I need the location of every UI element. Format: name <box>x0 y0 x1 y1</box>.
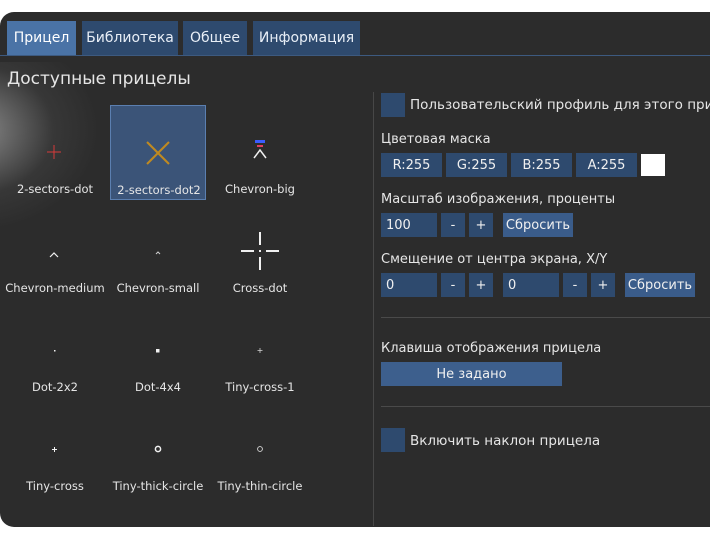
horizontal-divider <box>381 406 710 407</box>
crosshair-item[interactable]: 2-sectors-dot <box>7 105 103 200</box>
horizontal-divider <box>381 317 710 318</box>
scale-input[interactable]: 100 <box>381 213 437 237</box>
offset-label: Смещение от центра экрана, X/Y <box>381 252 608 267</box>
tilt-checkbox[interactable] <box>381 428 405 452</box>
dot-small-icon <box>54 350 56 352</box>
tab-library[interactable]: Библиотека <box>82 21 178 55</box>
hotkey-button[interactable]: Не задано <box>381 362 562 386</box>
custom-profile-checkbox[interactable] <box>381 93 405 117</box>
cross-dot-icon <box>241 232 279 270</box>
scale-label: Масштаб изображения, проценты <box>381 192 616 207</box>
offset-x-input[interactable]: 0 <box>381 273 437 297</box>
scale-plus-button[interactable]: + <box>469 213 493 237</box>
color-g-field[interactable]: G:255 <box>446 153 507 177</box>
offset-y-plus-button[interactable]: + <box>591 273 615 297</box>
tiny-cross-dot-icon <box>52 447 57 452</box>
main-window: Прицел Библиотека Общее Информация Досту… <box>0 12 710 527</box>
tab-bar: Прицел Библиотека Общее Информация <box>0 12 710 57</box>
vertical-divider <box>373 92 374 526</box>
custom-profile-label: Пользовательский профиль для этого прице… <box>410 97 710 113</box>
dot-large-icon <box>156 349 160 353</box>
crosshair-item-label: Cross-dot <box>232 281 288 295</box>
crosshair-item[interactable]: Chevron-medium <box>5 204 105 299</box>
color-r-field[interactable]: R:255 <box>381 153 442 177</box>
crosshair-item[interactable]: Chevron-big <box>212 105 308 200</box>
tilt-label: Включить наклон прицела <box>410 433 601 449</box>
crosshair-item[interactable]: Tiny-thin-circle <box>212 402 308 497</box>
color-b-field[interactable]: B:255 <box>511 153 572 177</box>
crosshair-item[interactable]: Tiny-cross-1 <box>212 303 308 398</box>
tab-general[interactable]: Общее <box>183 21 247 55</box>
chevron-small-icon <box>155 251 161 255</box>
chevron-big-icon <box>253 140 267 159</box>
color-a-field[interactable]: A:255 <box>576 153 637 177</box>
hotkey-label: Клавиша отображения прицела <box>381 341 602 356</box>
offset-y-minus-button[interactable]: - <box>563 273 587 297</box>
crosshair-item[interactable]: Cross-dot <box>212 204 308 299</box>
scale-reset-button[interactable]: Сбросить <box>503 213 573 237</box>
section-title: Доступные прицелы <box>7 69 191 89</box>
crosshair-item-label: Chevron-big <box>225 182 295 196</box>
tab-underline <box>0 55 710 56</box>
thick-circle-icon <box>154 445 162 453</box>
crosshair-item-label: Tiny-thin-circle <box>217 479 303 493</box>
crosshair-item[interactable]: Tiny-cross <box>7 402 103 497</box>
red-cross-icon <box>47 145 61 159</box>
crosshair-item-label: Tiny-cross-1 <box>225 380 295 394</box>
tiny-cross-icon <box>257 348 263 353</box>
offset-x-minus-button[interactable]: - <box>441 273 465 297</box>
crosshair-item[interactable]: Dot-2x2 <box>7 303 103 398</box>
tab-crosshair[interactable]: Прицел <box>7 21 76 55</box>
color-mask-label: Цветовая маска <box>381 132 491 147</box>
offset-y-input[interactable]: 0 <box>503 273 559 297</box>
tab-info[interactable]: Информация <box>253 21 360 55</box>
scale-minus-button[interactable]: - <box>441 213 465 237</box>
offset-x-plus-button[interactable]: + <box>469 273 493 297</box>
orange-x-icon <box>146 141 170 165</box>
thin-circle-icon <box>257 446 263 452</box>
offset-reset-button[interactable]: Сбросить <box>625 273 695 297</box>
color-swatch[interactable] <box>641 154 665 176</box>
chevron-medium-icon <box>49 252 59 258</box>
